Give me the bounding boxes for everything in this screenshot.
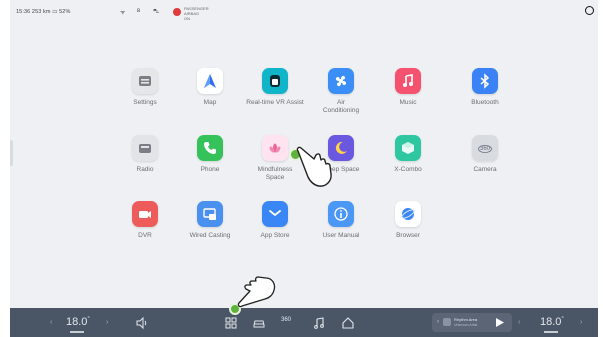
camera-360-icon: 360 [472,135,498,161]
power-icon[interactable] [585,6,594,15]
album-art [443,318,451,326]
app-browser[interactable]: Browser [373,201,443,240]
bluetooth-icon [472,68,498,94]
passenger-airbag-indicator: PASSENGER AIRBAG ON [173,6,209,21]
app-real-time-vr-assist[interactable]: Real-time VR Assist [240,68,310,107]
status-time: 15:36 [16,9,31,15]
app-phone[interactable]: Phone [175,135,245,174]
status-text: 15:36 253 km ▭ 52% [16,9,70,15]
app-label: Camera [473,166,497,173]
temp-left-bar [70,331,84,333]
pointing-hand-dock-icon [237,276,276,308]
gear-icon [132,68,158,94]
status-bar: 15:36 253 km ▭ 52% ᯤ ʙ ⛍ PASSENGER AIRBA… [10,0,598,26]
pointing-hand-icon [296,146,332,187]
app-label: X-Combo [394,166,422,173]
play-icon[interactable] [495,318,504,327]
signal-icon: ᯤ [120,10,126,16]
status-battery: 52% [59,9,71,15]
media-title: Rhythm Area [454,317,478,322]
app-label: Real-time VR Assist [246,99,304,106]
temp-left-decrease-icon[interactable]: ‹ [50,319,52,326]
music-note-icon [395,68,421,94]
cube-icon [395,135,421,161]
app-app-store[interactable]: App Store [240,201,310,240]
app-label: Phone [200,166,220,173]
dvr-icon [132,201,158,227]
car-screen: 15:36 253 km ▭ 52% ᯤ ʙ ⛍ PASSENGER AIRBA… [10,0,598,337]
status-range: 253 km [31,9,51,15]
app-music[interactable]: Music [373,68,443,107]
app-dvr[interactable]: DVR [110,201,180,240]
app-x-combo[interactable]: X-Combo [373,135,443,174]
camera-360-dock-icon[interactable]: 360 [281,317,291,323]
app-label: Map [203,99,217,106]
temp-left-value: 18.0 [66,316,88,328]
casting-icon [197,201,223,227]
app-store-icon [262,201,288,227]
app-camera[interactable]: 360 Camera [450,135,520,174]
apps-grid-icon[interactable] [224,316,238,330]
app-air-conditioning[interactable]: Air Conditioning [306,68,376,115]
map-arrow-icon [197,68,223,94]
app-label: DVR [138,232,152,239]
music-dock-icon[interactable] [312,316,326,330]
temp-left[interactable]: 18.0° [66,316,90,328]
camera-360-text: 360 [480,146,491,152]
app-label: Music [399,99,417,106]
temp-left-unit: ° [87,316,90,323]
media-prev-icon[interactable]: ‹ [437,319,439,325]
car-icon[interactable] [252,316,266,330]
app-settings[interactable]: Settings [110,68,180,107]
app-bluetooth[interactable]: Bluetooth [450,68,520,107]
temp-right-increase-icon[interactable]: › [580,319,582,326]
airbag-label: PASSENGER AIRBAG ON [184,6,209,21]
temp-right-value: 18.0 [540,316,562,328]
app-map[interactable]: Map [175,68,245,107]
app-label: User Manual [322,232,360,239]
app-label: Radio [136,166,154,173]
app-label: Bluetooth [471,99,499,106]
app-wired-casting[interactable]: Wired Casting [175,201,245,240]
side-panel-handle[interactable] [10,140,13,166]
phone-icon [197,135,223,161]
camera-360-dock-label: 360 [281,317,292,323]
car-status-icon: ⛍ [153,9,160,15]
media-widget[interactable]: ‹ Rhythm Area Unknown Artist [432,313,512,332]
airbag-icon [173,8,181,16]
volume-icon[interactable] [135,316,149,330]
battery-icon: ▭ [52,9,58,15]
app-label: Browser [396,232,420,239]
temp-right-decrease-icon[interactable]: ‹ [518,319,520,326]
app-label: Settings [133,99,157,106]
temp-right-unit: ° [561,316,564,323]
temp-left-increase-icon[interactable]: › [106,319,108,326]
app-user-manual[interactable]: User Manual [306,201,376,240]
temp-right-bar [544,331,558,333]
home-icon[interactable] [341,316,355,330]
app-label: App Store [260,232,290,239]
media-subtitle: Unknown Artist [454,323,478,327]
temp-right[interactable]: 18.0° [540,316,564,328]
info-icon [328,201,354,227]
app-radio[interactable]: Radio [110,135,180,174]
fan-icon [328,68,354,94]
app-label: Air Conditioning [322,99,360,114]
app-label: Wired Casting [189,232,231,239]
browser-icon [395,201,421,227]
lotus-icon [262,135,288,161]
radio-icon [132,135,158,161]
bluetooth-status-icon: ʙ [137,8,141,14]
vr-assist-icon [262,68,288,94]
